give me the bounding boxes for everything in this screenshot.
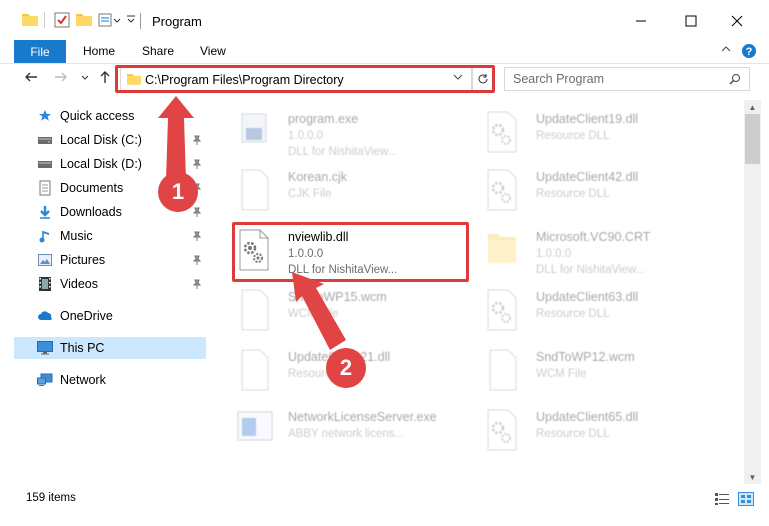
large-icons-view-icon[interactable] xyxy=(738,492,754,509)
title-separator xyxy=(140,13,141,29)
exe-file-icon xyxy=(236,110,280,158)
sidebar-item-videos[interactable]: Videos xyxy=(14,273,206,295)
up-arrow-icon[interactable] xyxy=(98,70,112,87)
file-item[interactable]: UpdateClient19.dll Resource DLL xyxy=(484,106,724,162)
file-item[interactable]: UpdateClient65.dll Resource DLL xyxy=(484,404,724,460)
help-icon[interactable]: ? xyxy=(741,43,757,62)
tab-share[interactable]: Share xyxy=(142,44,174,58)
back-arrow-icon[interactable] xyxy=(24,70,38,87)
close-button[interactable] xyxy=(722,8,752,34)
file-item[interactable]: SndToWP15.wcm WCM File xyxy=(236,284,476,340)
generic-file-icon xyxy=(236,168,280,216)
address-bar-highlight xyxy=(115,65,495,93)
expand-ribbon-icon[interactable] xyxy=(720,43,732,58)
documents-icon xyxy=(36,180,54,196)
status-bar: 159 items xyxy=(0,484,769,526)
videos-icon xyxy=(36,276,54,292)
drive-icon xyxy=(36,156,54,172)
search-icon[interactable] xyxy=(729,73,741,88)
file-item[interactable]: program.exe 1.0.0.0 DLL for NishitaView.… xyxy=(236,106,476,162)
quick-access-dropdown-icon[interactable] xyxy=(126,12,136,29)
step-2-badge: 2 xyxy=(326,348,366,388)
pin-icon[interactable] xyxy=(192,254,202,268)
computer-icon xyxy=(36,340,54,356)
tab-file[interactable]: File xyxy=(14,40,66,63)
recent-locations-icon[interactable] xyxy=(80,70,90,87)
title-bar: Program xyxy=(0,0,769,40)
maximize-button[interactable] xyxy=(676,8,706,34)
sidebar-item-network[interactable]: Network xyxy=(14,369,206,391)
scroll-up-icon[interactable]: ▲ xyxy=(744,100,761,114)
file-item[interactable]: NetworkLicenseServer.exe ABBY network li… xyxy=(236,404,476,460)
pin-icon[interactable] xyxy=(192,134,202,148)
music-icon xyxy=(36,228,54,244)
sidebar-item-local-disk-c[interactable]: Local Disk (C:) xyxy=(14,129,206,151)
dll-gear-file-icon xyxy=(484,110,528,158)
forward-arrow-icon[interactable] xyxy=(54,70,68,87)
dll-gear-file-icon xyxy=(484,168,528,216)
pictures-icon xyxy=(36,252,54,268)
sidebar-item-quick-access[interactable]: Quick access xyxy=(14,105,206,127)
file-item[interactable]: UpdateClient42.dll Resource DLL xyxy=(484,164,724,220)
pin-icon[interactable] xyxy=(192,206,202,220)
pin-icon[interactable] xyxy=(192,158,202,172)
pin-icon[interactable] xyxy=(192,230,202,244)
new-folder-icon[interactable] xyxy=(76,12,92,29)
ribbon-tabs: File Home Share View ? xyxy=(0,40,769,64)
sidebar-item-pictures[interactable]: Pictures xyxy=(14,249,206,271)
dll-gear-file-icon xyxy=(484,288,528,336)
pin-icon[interactable] xyxy=(192,278,202,292)
search-box[interactable] xyxy=(504,67,750,91)
file-item[interactable]: UpdateClient63.dll Resource DLL xyxy=(484,284,724,340)
svg-text:?: ? xyxy=(746,46,753,58)
nviewlib-file-highlight xyxy=(232,222,469,282)
file-item[interactable]: Korean.cjk CJK File xyxy=(236,164,476,220)
folder-icon[interactable] xyxy=(22,12,38,29)
search-input[interactable] xyxy=(513,69,723,89)
drive-icon xyxy=(36,132,54,148)
step-1-badge: 1 xyxy=(158,172,198,212)
cloud-icon xyxy=(36,308,54,324)
tab-home[interactable]: Home xyxy=(83,44,115,58)
file-item[interactable]: SndToWP12.wcm WCM File xyxy=(484,344,724,400)
window-title: Program xyxy=(152,14,202,29)
tab-view[interactable]: View xyxy=(200,44,226,58)
generic-file-icon xyxy=(484,348,528,396)
properties-icon[interactable] xyxy=(54,12,70,31)
item-count: 159 items xyxy=(26,492,76,504)
scroll-down-icon[interactable]: ▼ xyxy=(744,470,761,484)
exe-file-icon xyxy=(236,408,280,456)
customize-toolbar-icon[interactable] xyxy=(98,12,122,31)
network-icon xyxy=(36,372,54,388)
minimize-button[interactable] xyxy=(626,8,656,34)
details-view-icon[interactable] xyxy=(714,492,730,509)
file-item[interactable]: Microsoft.VC90.CRT 1.0.0.0 DLL for Nishi… xyxy=(484,224,724,280)
generic-file-icon xyxy=(236,288,280,336)
sidebar-item-this-pc[interactable]: This PC xyxy=(14,337,206,359)
sidebar-item-music[interactable]: Music xyxy=(14,225,206,247)
dll-gear-file-icon xyxy=(484,408,528,456)
vertical-scrollbar[interactable]: ▲ ▼ xyxy=(744,100,761,484)
file-list: program.exe 1.0.0.0 DLL for NishitaView.… xyxy=(208,100,744,484)
folder-icon xyxy=(484,228,528,276)
download-icon xyxy=(36,204,54,220)
star-icon xyxy=(36,108,54,124)
sidebar-item-onedrive[interactable]: OneDrive xyxy=(14,305,206,327)
scrollbar-thumb[interactable] xyxy=(745,114,760,164)
divider xyxy=(44,12,45,28)
generic-file-icon xyxy=(236,348,280,396)
navigation-pane: Quick access Local Disk (C:) Local Disk … xyxy=(0,100,208,484)
